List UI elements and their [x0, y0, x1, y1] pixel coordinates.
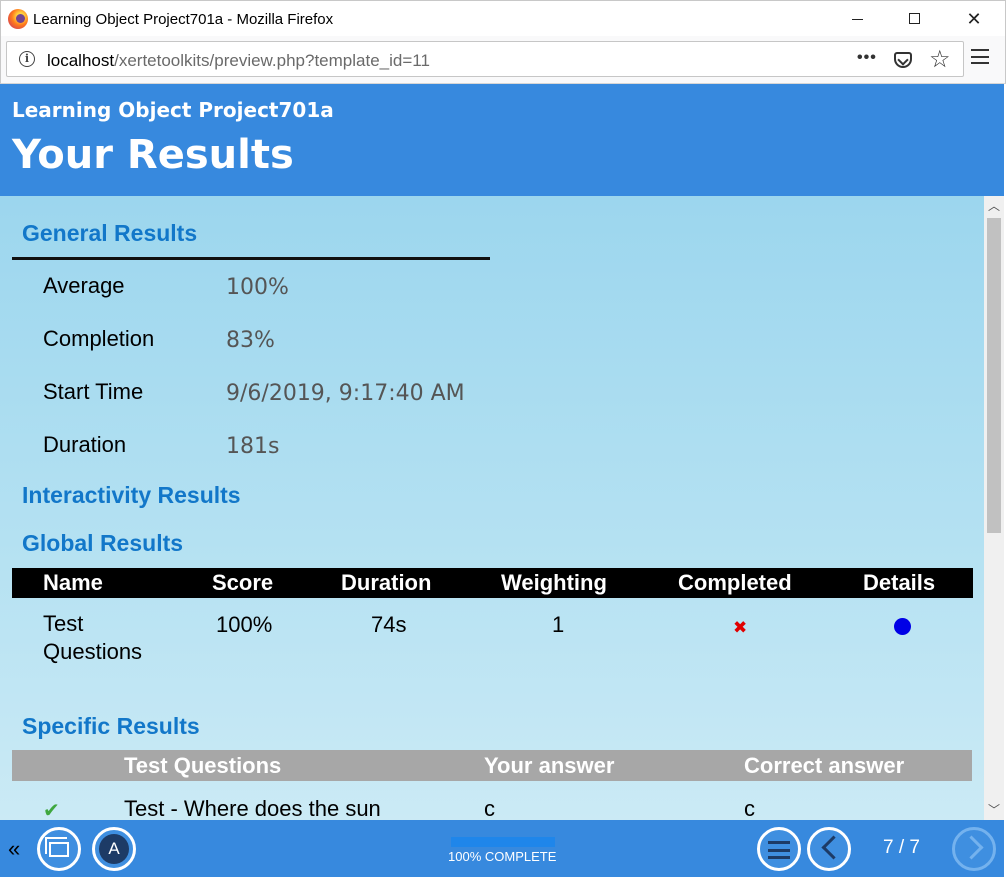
page-counter: 7 / 7 [883, 837, 920, 858]
col-name: Name [43, 570, 103, 595]
chevron-left-icon [821, 835, 846, 860]
progress-fill [451, 837, 555, 847]
scrollbar-thumb[interactable] [987, 218, 1001, 533]
scroll-down-icon[interactable]: ﹀ [984, 800, 1004, 820]
url-bar[interactable]: i localhost/xertetoolkits/preview.php?te… [6, 41, 964, 77]
scroll-up-icon[interactable]: ︿ [984, 196, 1004, 216]
previous-page-button[interactable] [807, 827, 851, 871]
specific-row-correct-answer: c [744, 796, 755, 820]
minimize-icon [852, 19, 863, 20]
close-icon: ✕ [966, 9, 982, 29]
minimize-button[interactable] [835, 1, 881, 37]
progress-text: 100% COMPLETE [448, 849, 557, 864]
lo-footer: « A 100% COMPLETE 7 / 7 [0, 820, 1004, 877]
collapse-footer-icon[interactable]: « [8, 836, 20, 862]
browser-navbar: i localhost/xertetoolkits/preview.php?te… [0, 36, 1006, 84]
accessibility-icon: A [99, 834, 129, 864]
open-menu-icon[interactable] [971, 49, 989, 64]
lo-header: Learning Object Project701a Your Results [0, 84, 1004, 196]
global-table-header: Name Score Duration Weighting Completed … [12, 568, 973, 598]
window-titlebar: Learning Object Project701a - Mozilla Fi… [0, 0, 1006, 36]
project-title: Learning Object Project701a [12, 98, 334, 122]
table-of-contents-button[interactable] [757, 827, 801, 871]
new-window-button[interactable] [37, 827, 81, 871]
details-dot-icon[interactable] [894, 618, 911, 635]
col-weighting: Weighting [501, 570, 607, 595]
specific-row-question: Test - Where does the sun [124, 796, 381, 820]
average-label: Average [43, 273, 125, 298]
average-value: 100% [226, 275, 289, 300]
maximize-icon [909, 13, 920, 24]
site-info-icon[interactable]: i [19, 51, 35, 67]
col-details: Details [863, 570, 936, 595]
pocket-icon[interactable] [894, 52, 912, 68]
next-page-button[interactable] [952, 827, 996, 871]
progress-bar [451, 837, 555, 847]
cross-icon: ✖ [733, 618, 748, 637]
completion-value: 83% [226, 328, 275, 353]
maximize-button[interactable] [892, 1, 938, 37]
col-correct-answer: Correct answer [744, 753, 905, 778]
general-divider [12, 257, 490, 260]
window-title: Learning Object Project701a - Mozilla Fi… [33, 11, 334, 28]
chevron-right-icon [959, 835, 984, 860]
global-row-name: Test Questions [43, 611, 143, 664]
col-test-questions: Test Questions [124, 753, 282, 778]
vertical-scrollbar[interactable]: ︿ ﹀ [984, 196, 1004, 820]
specific-row-your-answer: c [484, 796, 495, 820]
general-results-heading: General Results [22, 220, 198, 246]
url-text[interactable]: localhost/xertetoolkits/preview.php?temp… [47, 51, 430, 71]
results-content[interactable]: General Results Average 100% Completion … [0, 196, 984, 820]
specific-results-heading: Specific Results [22, 713, 200, 739]
check-icon: ✔ [43, 800, 60, 820]
completion-label: Completion [43, 326, 155, 351]
start-time-value: 9/6/2019, 9:17:40 AM [226, 381, 465, 406]
duration-value: 181s [226, 434, 280, 459]
firefox-logo-icon [8, 9, 28, 29]
col-your-answer: Your answer [484, 753, 615, 778]
close-button[interactable]: ✕ [951, 1, 997, 37]
col-completed: Completed [678, 570, 792, 595]
col-duration: Duration [341, 570, 432, 595]
col-score: Score [212, 570, 274, 595]
global-row-weighting: 1 [552, 612, 565, 637]
interactivity-results-heading: Interactivity Results [22, 482, 241, 508]
duration-label: Duration [43, 432, 127, 457]
page-title: Your Results [12, 132, 294, 178]
specific-table-header: Test Questions Your answer Correct answe… [12, 750, 972, 781]
start-time-label: Start Time [43, 379, 144, 404]
windows-icon [45, 837, 69, 857]
global-results-heading: Global Results [22, 530, 184, 556]
url-host: localhost [47, 51, 115, 70]
accessibility-button[interactable]: A [92, 827, 136, 871]
toc-menu-icon [768, 841, 790, 859]
global-row-duration: 74s [371, 612, 407, 637]
global-row-score: 100% [216, 612, 273, 637]
bookmark-star-icon[interactable]: ☆ [929, 45, 951, 74]
page-actions-icon[interactable]: ••• [857, 49, 877, 67]
url-path: /xertetoolkits/preview.php?template_id=1… [114, 51, 430, 70]
